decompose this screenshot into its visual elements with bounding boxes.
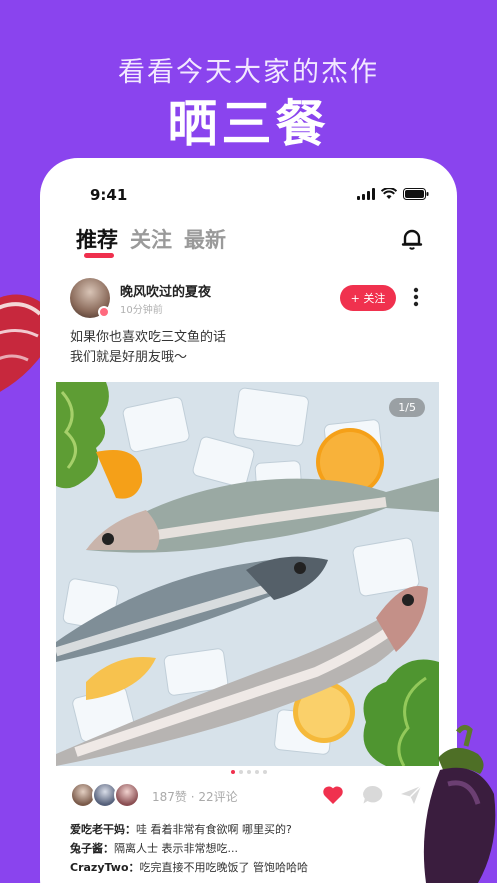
tab-following[interactable]: 关注	[130, 224, 172, 254]
tab-label: 推荐	[76, 228, 118, 252]
comment-item[interactable]: 爱吃老干妈：哇 看着非常有食欲啊 哪里买的?	[70, 820, 430, 839]
comments-list: 爱吃老干妈：哇 看着非常有食欲啊 哪里买的? 兔子酱：隔离人士 表示非常想吃..…	[70, 820, 430, 877]
post-username[interactable]: 晚风吹过的夏夜	[120, 281, 211, 300]
like-heart-icon[interactable]	[322, 785, 344, 805]
comment-author[interactable]: 兔子酱：	[70, 842, 114, 855]
feed-tabs: 推荐 关注 最新	[76, 224, 226, 258]
carousel-dot[interactable]	[246, 770, 251, 774]
status-time: 9:41	[90, 186, 128, 204]
carousel-dot[interactable]	[230, 770, 235, 774]
comment-item[interactable]: 兔子酱：隔离人士 表示非常想吃...	[70, 839, 430, 858]
comment-author[interactable]: 爱吃老干妈：	[70, 823, 136, 836]
phone-screen: 9:41 推荐 关注 最新 晚风吹过的夏夜 10分钟前 + 关注 如果你也喜欢吃…	[40, 158, 457, 883]
fish-on-ice-image	[56, 382, 439, 766]
tab-latest[interactable]: 最新	[184, 224, 226, 254]
follow-button[interactable]: + 关注	[340, 285, 396, 311]
post-caption: 如果你也喜欢吃三文鱼的话 我们就是好朋友哦～	[70, 328, 430, 368]
verified-badge-icon	[98, 306, 110, 318]
carousel-dot[interactable]	[262, 770, 267, 774]
bell-icon[interactable]	[401, 228, 423, 250]
more-options-icon[interactable]	[413, 287, 419, 307]
caption-line: 如果你也喜欢吃三文鱼的话	[70, 330, 227, 345]
eggplant-decoration	[423, 724, 496, 883]
comment-item[interactable]: CrazyTwo：吃完直接不用吃晚饭了 管饱哈哈哈	[70, 858, 430, 877]
carousel-dot[interactable]	[254, 770, 259, 774]
post-time: 10分钟前	[120, 305, 163, 316]
status-bar: 9:41	[40, 186, 457, 206]
post-image[interactable]: 1/5	[56, 382, 439, 766]
tab-recommend[interactable]: 推荐	[76, 224, 118, 258]
battery-icon	[403, 188, 429, 200]
liker-avatar[interactable]	[114, 782, 140, 808]
comment-author[interactable]: CrazyTwo：	[70, 861, 140, 874]
wifi-icon	[381, 188, 397, 199]
post-header: 晚风吹过的夏夜 10分钟前 + 关注	[70, 278, 430, 322]
status-icons	[357, 188, 429, 200]
active-tab-indicator	[84, 253, 114, 258]
tab-label: 最新	[184, 228, 226, 252]
comment-text: 吃完直接不用吃晚饭了 管饱哈哈哈	[139, 861, 309, 874]
engagement-row: 187赞 · 22评论	[70, 782, 440, 812]
post-stats: 187赞 · 22评论	[152, 790, 238, 804]
carousel-dot[interactable]	[238, 770, 243, 774]
promo-title: 晒三餐	[167, 95, 330, 153]
tab-label: 关注	[130, 228, 172, 252]
comment-text: 隔离人士 表示非常想吃...	[114, 842, 238, 855]
cellular-signal-icon	[357, 188, 375, 200]
comment-icon[interactable]	[362, 785, 384, 805]
image-counter: 1/5	[389, 398, 425, 417]
carousel-dots	[40, 770, 457, 774]
comment-text: 哇 看着非常有食欲啊 哪里买的?	[136, 823, 292, 836]
caption-line: 我们就是好朋友哦～	[70, 350, 188, 365]
